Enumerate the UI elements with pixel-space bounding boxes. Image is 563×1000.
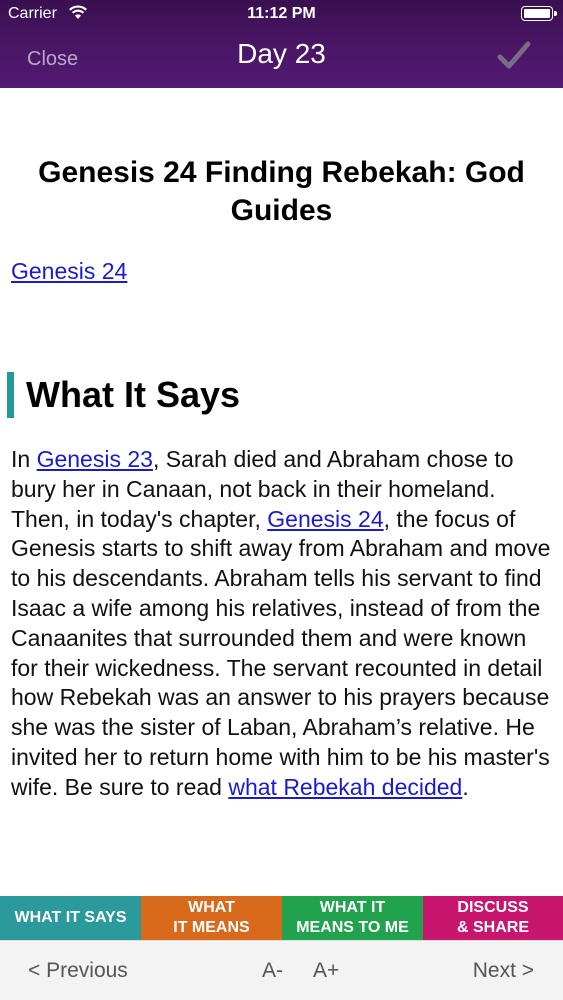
battery-icon: [521, 6, 557, 21]
tab-label-line1: WHAT IT: [319, 899, 386, 916]
tab-what-it-says[interactable]: WHAT IT SAYS: [0, 896, 141, 940]
lesson-title: Genesis 24 Finding Rebekah: God Guides: [38, 156, 525, 227]
tab-what-it-means-to-me[interactable]: WHAT IT MEANS TO ME: [282, 896, 423, 940]
tab-label-line2: & SHARE: [456, 919, 529, 936]
font-smaller-button[interactable]: A-: [262, 959, 283, 983]
body-text-segment: In: [11, 446, 37, 472]
page-title: Day 23: [237, 38, 326, 69]
lesson-body-text: In Genesis 23, Sarah died and Abraham ch…: [11, 445, 556, 803]
checkmark-icon[interactable]: [497, 40, 531, 70]
header-bar: Carrier 11:12 PM Close Day 23: [0, 0, 563, 88]
section-accent-bar: [7, 372, 14, 418]
lesson-content: Genesis 24 Finding Rebekah: God Guides G…: [0, 88, 563, 896]
tab-discuss-share[interactable]: DISCUSS & SHARE: [423, 896, 563, 940]
body-text-segment: .: [462, 773, 469, 800]
tab-label-line2: IT MEANS: [173, 919, 250, 936]
font-larger-button[interactable]: A+: [313, 959, 339, 983]
previous-button[interactable]: < Previous: [28, 959, 128, 983]
body-text-segment: , the focus of Genesis starts to shift a…: [11, 505, 551, 800]
tab-what-it-means[interactable]: WHAT IT MEANS: [141, 896, 282, 940]
status-time: 11:12 PM: [247, 5, 316, 22]
tab-label: WHAT IT SAYS: [14, 909, 127, 926]
tab-label-line2: MEANS TO ME: [296, 919, 409, 936]
tab-label-line1: DISCUSS: [457, 899, 529, 916]
genesis-24-reference-link[interactable]: Genesis 24: [11, 258, 127, 285]
section-tabs: WHAT IT SAYS WHAT IT MEANS WHAT IT MEANS…: [0, 896, 563, 940]
tab-label-line1: WHAT: [188, 899, 235, 916]
genesis-23-link[interactable]: Genesis 23: [37, 446, 153, 472]
section-heading: What It Says: [26, 374, 241, 415]
next-button[interactable]: Next >: [473, 959, 534, 983]
genesis-24-link[interactable]: Genesis 24: [267, 506, 383, 532]
status-bar: Carrier 11:12 PM: [0, 0, 563, 28]
rebekah-decided-link[interactable]: what Rebekah decided: [228, 774, 462, 800]
bottom-toolbar: < Previous A- A+ Next >: [0, 940, 563, 1000]
